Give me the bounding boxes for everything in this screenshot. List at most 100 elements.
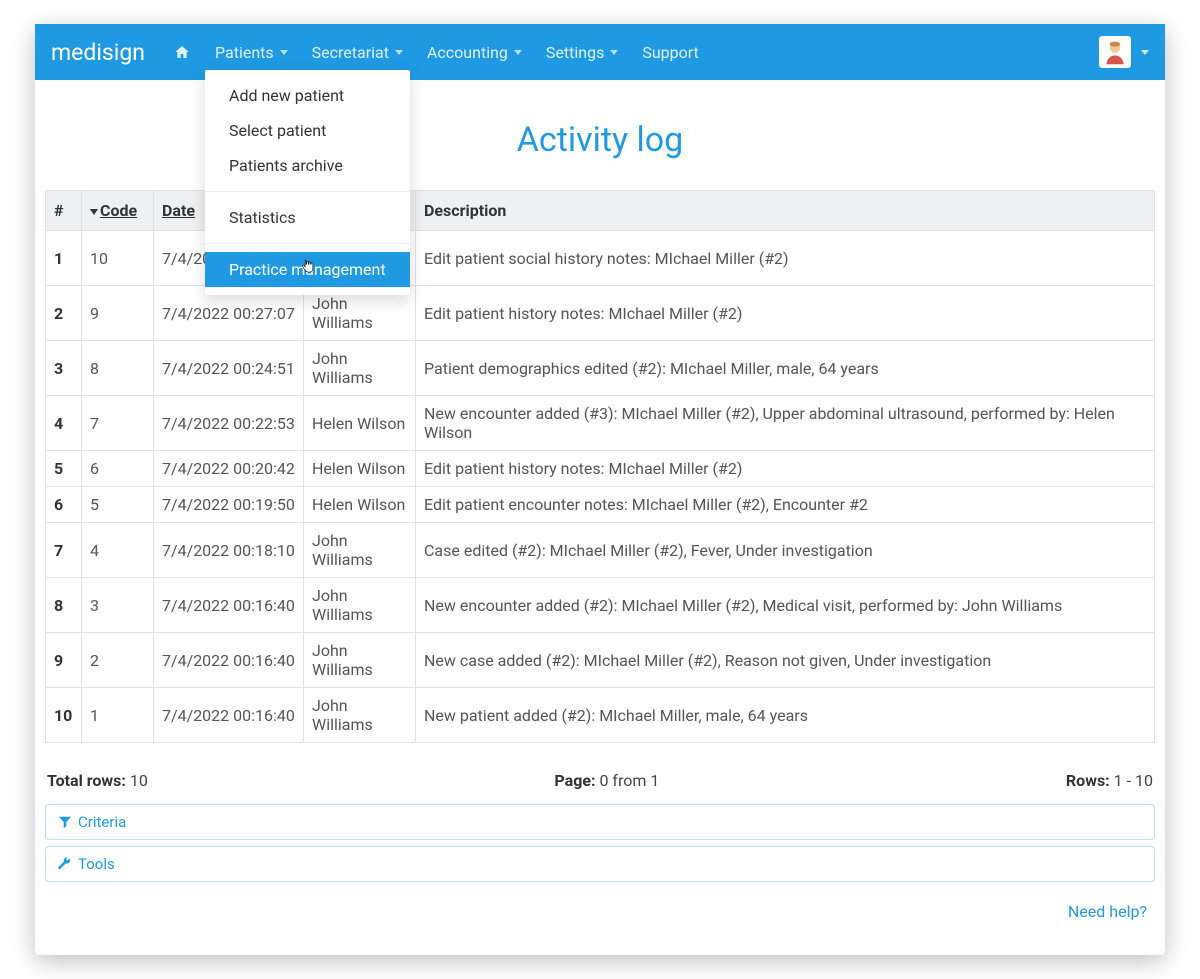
app-window: medisign Patients Add new patient Select… [35,24,1165,955]
cell-description: Edit patient encounter notes: MIchael Mi… [416,487,1155,523]
col-num: # [46,191,82,231]
dropdown-select-patient[interactable]: Select patient [205,113,410,148]
sort-desc-icon [90,209,98,215]
avatar-icon [1101,38,1129,66]
cell-user: Helen Wilson [304,451,416,487]
cell-user: Helen Wilson [304,487,416,523]
cell-num: 5 [46,451,82,487]
cell-num: 1 [46,231,82,286]
cell-code: 6 [82,451,154,487]
cell-num: 8 [46,578,82,633]
cell-code: 3 [82,578,154,633]
cell-code: 2 [82,633,154,688]
cell-description: Edit patient history notes: MIchael Mill… [416,286,1155,341]
caret-icon [610,50,618,55]
help-link-wrap: Need help? [45,888,1155,935]
cell-date: 7/4/2022 00:24:51 [154,341,304,396]
nav-support-label: Support [642,43,698,62]
cell-num: 4 [46,396,82,451]
nav-secretariat-label: Secretariat [312,43,389,62]
wrench-icon [58,857,72,871]
cell-date: 7/4/2022 00:16:40 [154,578,304,633]
home-icon [173,44,191,60]
nav-accounting-label: Accounting [427,43,508,62]
nav-settings-label: Settings [546,43,604,62]
cell-code: 4 [82,523,154,578]
dropdown-divider [205,191,410,192]
table-row: 927/4/2022 00:16:40John WilliamsNew case… [46,633,1155,688]
cell-user: Helen Wilson [304,396,416,451]
table-row: 567/4/2022 00:20:42Helen WilsonEdit pati… [46,451,1155,487]
caret-icon [280,50,288,55]
cell-code: 5 [82,487,154,523]
col-code-label: Code [100,201,137,220]
cell-date: 7/4/2022 00:19:50 [154,487,304,523]
cell-user: John Williams [304,341,416,396]
dropdown-practice-management[interactable]: Practice management [205,252,410,287]
cell-num: 2 [46,286,82,341]
caret-icon [395,50,403,55]
cell-date: 7/4/2022 00:16:40 [154,633,304,688]
cell-date: 7/4/2022 00:22:53 [154,396,304,451]
page-info: Page: 0 from 1 [554,771,659,790]
total-rows: Total rows: 10 [47,771,148,790]
table-row: 477/4/2022 00:22:53Helen WilsonNew encou… [46,396,1155,451]
cell-description: Patient demographics edited (#2): MIchae… [416,341,1155,396]
cell-description: Edit patient history notes: MIchael Mill… [416,451,1155,487]
caret-icon [514,50,522,55]
dropdown-add-new-patient[interactable]: Add new patient [205,78,410,113]
cell-code: 9 [82,286,154,341]
tools-label: Tools [78,855,115,873]
navbar: medisign Patients Add new patient Select… [35,24,1165,80]
table-row: 747/4/2022 00:18:10John WilliamsCase edi… [46,523,1155,578]
cell-description: New encounter added (#3): MIchael Miller… [416,396,1155,451]
dropdown-statistics[interactable]: Statistics [205,200,410,235]
nav-items: Patients Add new patient Select patient … [163,35,709,70]
nav-patients-label: Patients [215,43,274,62]
patients-dropdown: Add new patient Select patient Patients … [205,70,410,295]
cell-user: John Williams [304,523,416,578]
help-link[interactable]: Need help? [1068,902,1147,921]
cell-description: New patient added (#2): MIchael Miller, … [416,688,1155,743]
caret-icon [1141,50,1149,55]
user-menu[interactable] [1099,36,1149,68]
cell-num: 9 [46,633,82,688]
nav-patients[interactable]: Patients Add new patient Select patient … [205,35,298,70]
cell-date: 7/4/2022 00:18:10 [154,523,304,578]
nav-accounting[interactable]: Accounting [417,35,532,70]
cell-num: 7 [46,523,82,578]
table-row: 657/4/2022 00:19:50Helen WilsonEdit pati… [46,487,1155,523]
table-row: 837/4/2022 00:16:40John WilliamsNew enco… [46,578,1155,633]
cell-code: 7 [82,396,154,451]
cell-date: 7/4/2022 00:16:40 [154,688,304,743]
tools-panel[interactable]: Tools [45,846,1155,882]
cell-description: Edit patient social history notes: MIcha… [416,231,1155,286]
table-row: 1017/4/2022 00:16:40John WilliamsNew pat… [46,688,1155,743]
table-row: 387/4/2022 00:24:51John WilliamsPatient … [46,341,1155,396]
nav-secretariat[interactable]: Secretariat [302,35,413,70]
cell-user: John Williams [304,688,416,743]
rows-range: Rows: 1 - 10 [1066,771,1153,790]
avatar [1099,36,1131,68]
cell-date: 7/4/2022 00:20:42 [154,451,304,487]
cell-description: New encounter added (#2): MIchael Miller… [416,578,1155,633]
dropdown-practice-management-label: Practice management [229,260,386,279]
table-footer: Total rows: 10 Page: 0 from 1 Rows: 1 - … [47,771,1153,790]
col-description: Description [416,191,1155,231]
dropdown-divider [205,243,410,244]
col-code[interactable]: Code [82,191,154,231]
dropdown-patients-archive[interactable]: Patients archive [205,148,410,183]
criteria-panel[interactable]: Criteria [45,804,1155,840]
nav-support[interactable]: Support [632,35,708,70]
nav-settings[interactable]: Settings [536,35,628,70]
cell-user: John Williams [304,578,416,633]
brand[interactable]: medisign [51,39,145,66]
cell-num: 10 [46,688,82,743]
cell-code: 1 [82,688,154,743]
cell-description: Case edited (#2): MIchael Miller (#2), F… [416,523,1155,578]
cell-num: 3 [46,341,82,396]
cell-num: 6 [46,487,82,523]
cell-user: John Williams [304,633,416,688]
criteria-label: Criteria [78,813,126,831]
nav-home[interactable] [163,36,201,68]
